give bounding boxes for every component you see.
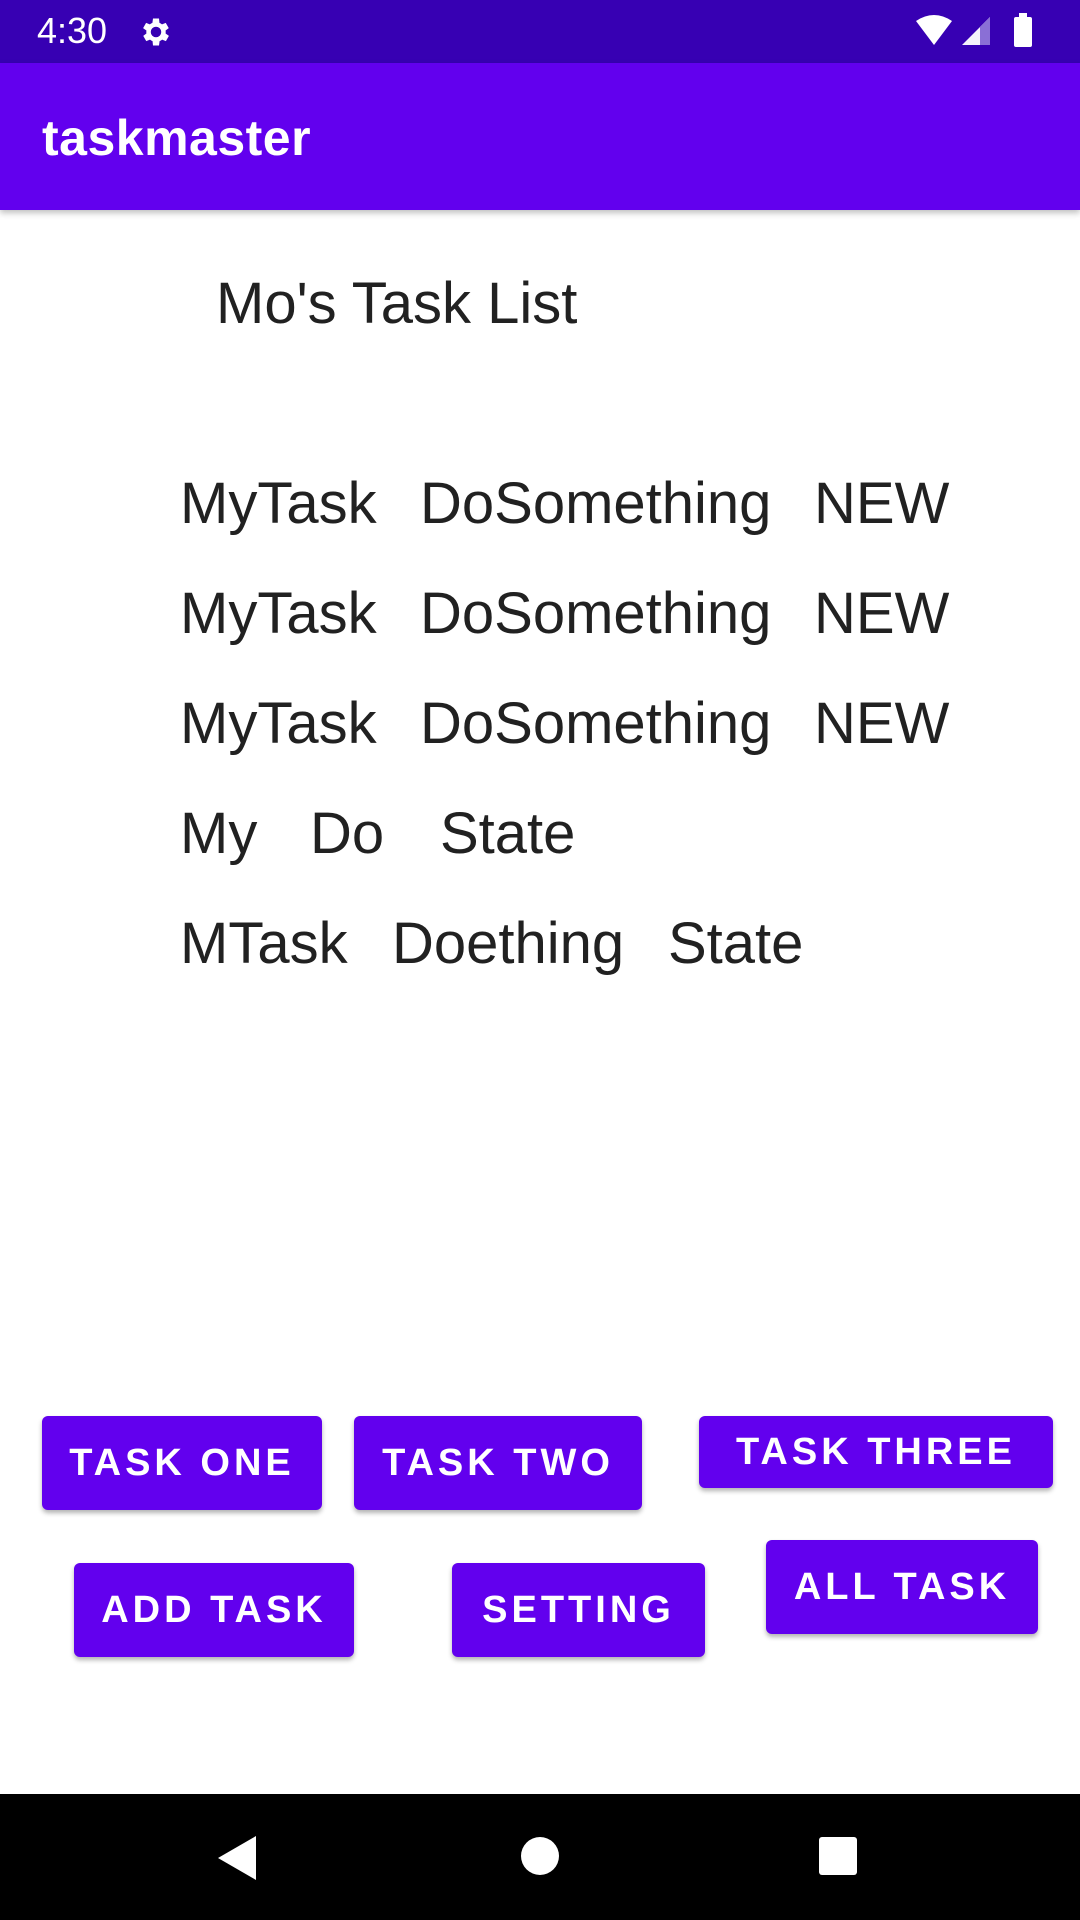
setting-button[interactable]: SETTING xyxy=(452,1563,705,1657)
task-two-button[interactable]: TASK TWO xyxy=(354,1416,642,1510)
wifi-icon xyxy=(916,15,952,45)
task-body: DoSomething xyxy=(420,581,772,646)
status-bar: 4:30 xyxy=(0,0,1080,63)
back-icon[interactable] xyxy=(216,1834,258,1887)
task-title: MyTask xyxy=(180,691,377,756)
gear-icon xyxy=(138,14,174,50)
app-bar: taskmaster xyxy=(0,63,1080,210)
battery-icon xyxy=(1014,13,1032,47)
app-title: taskmaster xyxy=(42,110,312,166)
task-three-button[interactable]: TASK THREE xyxy=(699,1416,1053,1488)
status-time: 4:30 xyxy=(37,10,108,51)
navigation-bar xyxy=(0,1794,1080,1920)
home-icon[interactable] xyxy=(520,1836,560,1881)
task-state: NEW xyxy=(814,581,950,646)
task-one-button[interactable]: TASK ONE xyxy=(42,1416,322,1510)
task-state: State xyxy=(668,911,804,976)
add-task-button[interactable]: ADD TASK xyxy=(74,1563,354,1657)
task-state: State xyxy=(440,801,576,866)
task-state: NEW xyxy=(814,691,950,756)
status-icons xyxy=(914,13,1044,51)
task-body: Doething xyxy=(392,911,625,976)
signal-icon xyxy=(962,17,990,45)
task-title: My xyxy=(180,801,258,866)
all-task-button[interactable]: ALL TASK xyxy=(766,1540,1038,1634)
task-body: Do xyxy=(310,801,385,866)
task-body: DoSomething xyxy=(420,691,772,756)
task-state: NEW xyxy=(814,471,950,536)
task-title: MyTask xyxy=(180,471,377,536)
recents-icon[interactable] xyxy=(818,1836,858,1881)
page-title: Mo's Task List xyxy=(216,271,578,336)
task-body: DoSomething xyxy=(420,471,772,536)
task-title: MyTask xyxy=(180,581,377,646)
task-title: MTask xyxy=(180,911,348,976)
